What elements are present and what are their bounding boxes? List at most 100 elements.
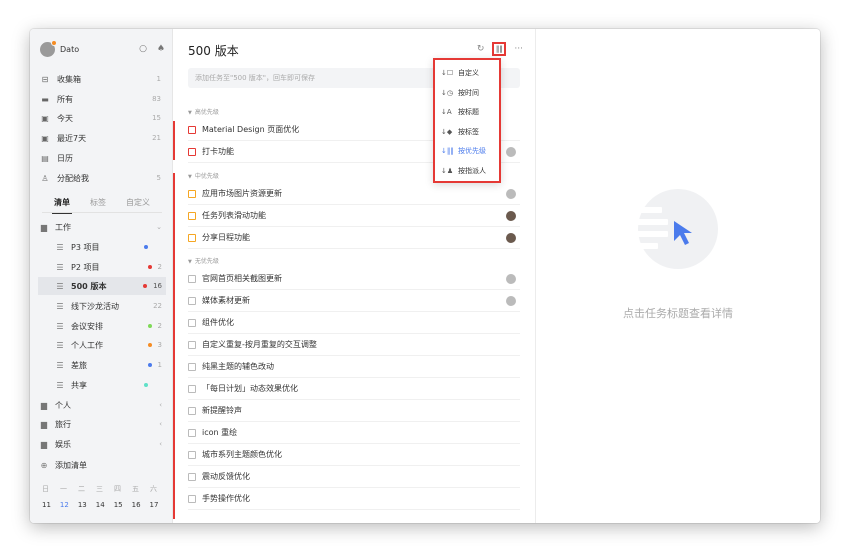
- task-row[interactable]: 纯黑主题的辅色改动: [188, 356, 520, 378]
- task-checkbox[interactable]: [188, 189, 196, 198]
- calendar-date[interactable]: 11: [42, 501, 51, 509]
- list-icon: ☰: [56, 321, 64, 331]
- task-row[interactable]: 应用市场图片资源更新: [188, 183, 520, 205]
- task-checkbox[interactable]: [188, 494, 196, 503]
- task-row[interactable]: 新提醒铃声: [188, 400, 520, 422]
- list-icon: ☰: [56, 360, 64, 370]
- chevron-down-icon[interactable]: ⌄: [156, 223, 162, 231]
- list-icon: ☰: [56, 340, 64, 350]
- list-p3[interactable]: ☰ P3 项目: [38, 238, 166, 256]
- sort-by-time[interactable]: ↓◷ 按时间: [441, 84, 497, 102]
- list-p2[interactable]: ☰ P2 项目 2: [38, 258, 166, 276]
- group-high-priority[interactable]: ▼ 高优先级: [188, 107, 219, 116]
- bell-icon[interactable]: ♠: [157, 44, 165, 54]
- task-row[interactable]: 媒体素材更新: [188, 290, 520, 312]
- sort-by-tag[interactable]: ↓◆ 按标签: [441, 123, 497, 141]
- task-checkbox[interactable]: [188, 362, 196, 371]
- nav-today[interactable]: ▣ 今天 15: [39, 109, 164, 127]
- today-icon: ▣: [41, 113, 49, 123]
- calendar-date-today[interactable]: 12: [60, 501, 69, 509]
- task-checkbox[interactable]: [188, 472, 196, 481]
- task-row[interactable]: 分享日程功能: [188, 227, 520, 249]
- sort-custom[interactable]: ↓☐ 自定义: [441, 64, 497, 82]
- tab-divider: [42, 212, 162, 213]
- task-checkbox[interactable]: [188, 211, 196, 220]
- list-offline-salon[interactable]: ☰ 线下沙龙活动 22: [38, 297, 166, 315]
- group-medium-priority[interactable]: ▼ 中优先级: [188, 171, 219, 180]
- user-name: Dato: [60, 44, 80, 54]
- group-no-priority[interactable]: ▼ 无优先级: [188, 256, 219, 265]
- task-row[interactable]: 震动反馈优化: [188, 466, 520, 488]
- detail-hint: 点击任务标题查看详情: [623, 307, 733, 320]
- task-checkbox[interactable]: [188, 384, 196, 393]
- plus-circle-icon: ⊕: [40, 460, 48, 470]
- tab-lists[interactable]: 清单: [52, 197, 72, 214]
- color-dot: [144, 245, 148, 249]
- inbox-icon: ⊟: [41, 74, 49, 84]
- task-checkbox[interactable]: [188, 274, 196, 283]
- sort-by-title[interactable]: ↓A 按标题: [441, 103, 497, 121]
- nav-all[interactable]: ▬ 所有 83: [39, 90, 164, 108]
- calendar-date[interactable]: 15: [114, 501, 123, 509]
- calendar-date[interactable]: 17: [150, 501, 159, 509]
- folder-icon: ▆: [40, 439, 48, 449]
- nav-calendar[interactable]: ▤ 日历: [39, 149, 164, 167]
- folder-work[interactable]: ▆ 工作 ⌄: [38, 218, 166, 236]
- list-travel-work[interactable]: ☰ 差旅 1: [38, 356, 166, 374]
- chevron-left-icon[interactable]: ‹: [159, 401, 162, 409]
- chevron-left-icon[interactable]: ‹: [159, 420, 162, 428]
- task-row[interactable]: 官网首页相关截图更新: [188, 268, 520, 290]
- chevron-left-icon[interactable]: ‹: [159, 440, 162, 448]
- task-row[interactable]: 自定义重复-按月重复的交互调整: [188, 334, 520, 356]
- list-icon: ☰: [56, 262, 64, 272]
- sort-button[interactable]: ‖‖: [492, 42, 507, 56]
- mini-calendar-dates: 11 12 13 14 15 16 17: [42, 501, 158, 509]
- task-checkbox[interactable]: [188, 406, 196, 415]
- tab-custom[interactable]: 自定义: [126, 197, 150, 208]
- detail-panel: 点击任务标题查看详情: [536, 29, 820, 523]
- assignee-icon: ↓♟: [441, 167, 454, 175]
- calendar-date[interactable]: 16: [132, 501, 141, 509]
- task-checkbox[interactable]: [188, 340, 196, 349]
- avatar[interactable]: [40, 39, 57, 57]
- task-checkbox[interactable]: [188, 428, 196, 437]
- task-row[interactable]: 手势操作优化: [188, 488, 520, 510]
- list-500-version[interactable]: ☰ 500 版本 16: [38, 277, 166, 295]
- add-list-button[interactable]: ⊕ 添加清单: [38, 456, 166, 474]
- folder-entertainment[interactable]: ▆ 娱乐 ‹: [38, 435, 166, 453]
- search-icon[interactable]: ○: [139, 44, 147, 54]
- task-checkbox[interactable]: [188, 125, 196, 134]
- folder-personal[interactable]: ▆ 个人 ‹: [38, 396, 166, 414]
- calendar-date[interactable]: 14: [96, 501, 105, 509]
- calendar-date[interactable]: 13: [78, 501, 87, 509]
- task-checkbox[interactable]: [188, 450, 196, 459]
- list-meetings[interactable]: ☰ 会议安排 2: [38, 317, 166, 335]
- task-checkbox[interactable]: [188, 147, 196, 156]
- sort-by-priority[interactable]: ↓‖‖ 按优先级: [441, 142, 497, 160]
- more-icon[interactable]: ···: [514, 44, 523, 54]
- color-dot: [147, 265, 152, 269]
- task-row[interactable]: 「每日计划」动态效果优化: [188, 378, 520, 400]
- task-row[interactable]: 组件优化: [188, 312, 520, 334]
- sidebar: Dato ○ ♠ ⊟ 收集箱 1 ▬ 所有 83 ▣ 今天 15 ▣ 最近7天 …: [30, 29, 173, 523]
- task-checkbox[interactable]: [188, 233, 196, 242]
- folder-travel[interactable]: ▆ 旅行 ‹: [38, 415, 166, 433]
- task-checkbox[interactable]: [188, 318, 196, 327]
- sync-icon[interactable]: ↻: [477, 44, 485, 54]
- sort-by-assignee[interactable]: ↓♟ 按指派人: [441, 162, 497, 180]
- list-personal-work[interactable]: ☰ 个人工作 3: [38, 336, 166, 354]
- nav-week[interactable]: ▣ 最近7天 21: [39, 129, 164, 147]
- list-shared[interactable]: ☰ 共享: [38, 376, 166, 394]
- nav-inbox[interactable]: ⊟ 收集箱 1: [39, 70, 164, 88]
- doc-line: [634, 207, 662, 213]
- high-priority-bar: [173, 121, 175, 160]
- task-checkbox[interactable]: [188, 296, 196, 305]
- assignee-avatar: [506, 232, 516, 243]
- tab-tags[interactable]: 标签: [90, 197, 106, 208]
- task-row[interactable]: 任务列表滑动功能: [188, 205, 520, 227]
- weekday: 三: [96, 485, 103, 493]
- nav-assigned[interactable]: ♙ 分配给我 5: [39, 169, 164, 187]
- task-row[interactable]: 城市系列主题颜色优化: [188, 444, 520, 466]
- task-row[interactable]: icon 重绘: [188, 422, 520, 444]
- color-dot: [147, 343, 152, 347]
